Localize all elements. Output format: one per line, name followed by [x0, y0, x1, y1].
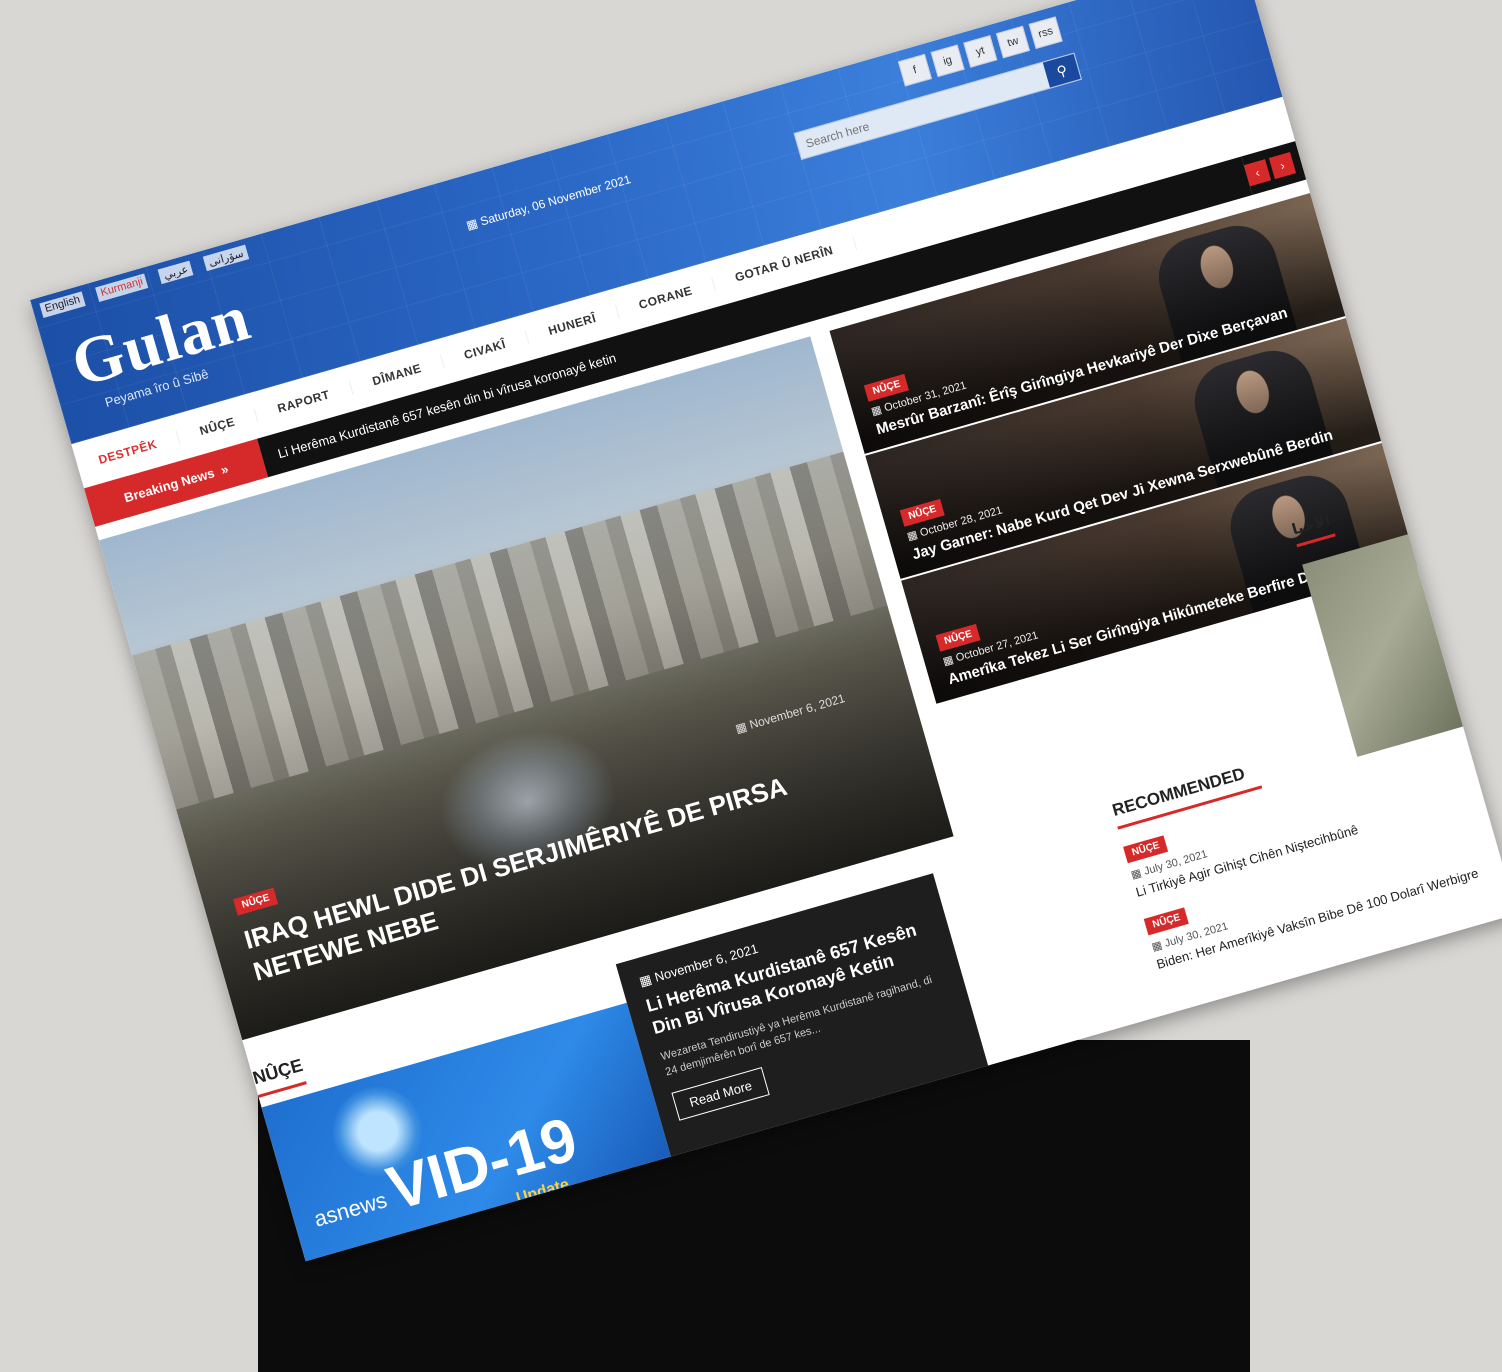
website-page: English Kurmanji عربي سۆرانی Gulan Peyam… — [30, 0, 1502, 1262]
nav-item-social[interactable]: CIVAKÎ — [441, 330, 530, 369]
recommended-section: RECOMMENDED NÛÇE ▦ July 30, 2021 Li Tirk… — [1110, 708, 1491, 989]
prev-arrow-button[interactable]: ‹ — [1243, 159, 1272, 187]
chevron-right-icon: » — [218, 460, 230, 478]
next-arrow-button[interactable]: › — [1268, 151, 1297, 180]
nav-item-news[interactable]: NÛÇE — [176, 408, 259, 445]
covid-brand: asnews — [311, 1187, 390, 1232]
search-icon: ⚲ — [1054, 61, 1069, 80]
